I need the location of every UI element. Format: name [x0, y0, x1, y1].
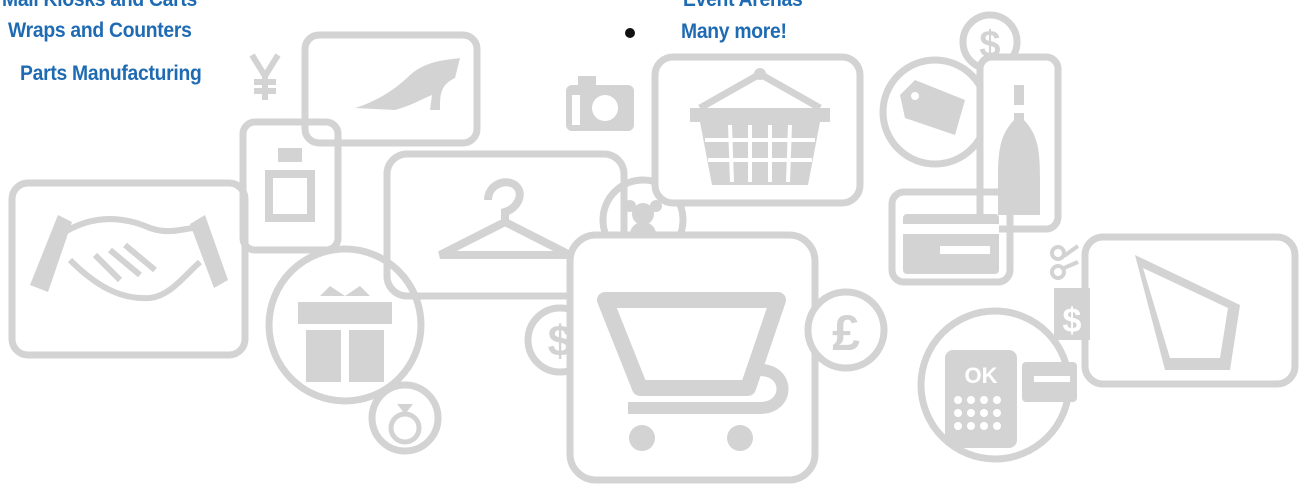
camera-icon — [566, 76, 634, 131]
bullet-icon — [625, 28, 635, 38]
list-item-event-arenas: Event Arenas — [683, 0, 803, 13]
svg-text:£: £ — [832, 305, 860, 361]
ring-icon — [368, 381, 442, 455]
calculator-icon: OK — [917, 307, 1077, 463]
shopping-basket-icon — [651, 53, 864, 207]
list-item-mall-kiosks: Mall Kiosks and Carts — [2, 0, 197, 13]
gift-icon — [265, 245, 425, 405]
price-tag-icon — [879, 56, 991, 168]
list-item-wraps-counters: Wraps and Counters — [8, 19, 192, 42]
svg-text:$: $ — [1063, 302, 1082, 340]
wine-bottle-icon — [976, 53, 1062, 233]
handshake-icon — [8, 179, 249, 359]
pound-coin-icon: £ — [804, 288, 888, 372]
list-item-parts-manufacturing: Parts Manufacturing — [20, 62, 202, 85]
list-item-many-more: Many more! — [681, 20, 787, 43]
yen-sign-icon — [249, 53, 281, 100]
svg-text:OK: OK — [965, 363, 998, 388]
tablet-icon — [1081, 233, 1299, 388]
shopping-cart-icon — [566, 231, 819, 484]
